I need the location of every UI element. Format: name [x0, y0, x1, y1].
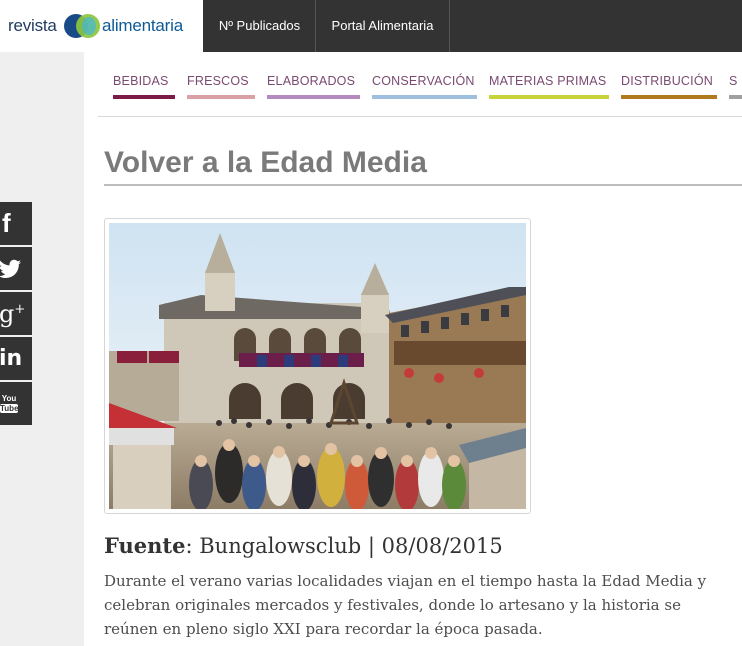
article-source: Fuente: Bungalowsclub | 08/08/2015 — [104, 533, 503, 558]
category-label: S — [729, 74, 738, 88]
category-bebidas[interactable]: BEBIDAS — [113, 72, 175, 102]
top-nav: Nº Publicados Portal Alimentaria — [204, 0, 450, 52]
category-underline — [267, 95, 360, 99]
title-underline — [104, 184, 742, 186]
category-underline — [372, 95, 477, 99]
category-nav: BEBIDAS FRESCOS ELABORADOS CONSERVACIÓN … — [113, 72, 742, 102]
category-label: DISTRIBUCIÓN — [621, 74, 713, 88]
logo-text-left: revista — [8, 16, 57, 35]
nav-published-issues[interactable]: Nº Publicados — [204, 0, 316, 52]
article-photo — [109, 223, 526, 509]
category-label: MATERIAS PRIMAS — [489, 74, 607, 88]
category-more[interactable]: S — [729, 72, 742, 102]
category-label: BEBIDAS — [113, 74, 169, 88]
logo-text-right: alimentaria — [102, 16, 183, 35]
logo-mark-blue — [82, 17, 96, 35]
category-frescos[interactable]: FRESCOS — [187, 72, 255, 102]
twitter-icon[interactable] — [0, 247, 32, 290]
linkedin-icon[interactable]: in — [0, 337, 32, 380]
category-underline — [113, 95, 175, 99]
category-conservacion[interactable]: CONSERVACIÓN — [372, 72, 477, 102]
category-divider — [98, 116, 742, 117]
article-image-frame — [104, 218, 531, 514]
category-label: CONSERVACIÓN — [372, 74, 475, 88]
category-label: FRESCOS — [187, 74, 249, 88]
nav-portal-alimentaria[interactable]: Portal Alimentaria — [316, 0, 450, 52]
article-title: Volver a la Edad Media — [104, 146, 427, 179]
category-underline — [489, 95, 609, 99]
youtube-icon[interactable]: You Tube — [0, 382, 32, 425]
social-share-bar: f g+ in You Tube — [0, 202, 32, 427]
article-lead: Durante el verano varias localidades via… — [104, 572, 707, 638]
medieval-town-square-image — [109, 223, 526, 509]
facebook-icon[interactable]: f — [0, 202, 32, 245]
category-underline — [621, 95, 717, 99]
category-label: ELABORADOS — [267, 74, 356, 88]
site-logo[interactable]: revista alimentaria — [0, 0, 203, 52]
category-elaborados[interactable]: ELABORADOS — [267, 72, 360, 102]
category-underline — [729, 95, 742, 99]
source-value: : Bungalowsclub | 08/08/2015 — [185, 534, 503, 558]
googleplus-icon[interactable]: g+ — [0, 292, 32, 335]
category-materias-primas[interactable]: MATERIAS PRIMAS — [489, 72, 609, 102]
source-label: Fuente — [104, 533, 186, 558]
top-bar: revista alimentaria Nº Publicados Portal… — [0, 0, 742, 52]
category-underline — [187, 95, 255, 99]
category-distribucion[interactable]: DISTRIBUCIÓN — [621, 72, 717, 102]
